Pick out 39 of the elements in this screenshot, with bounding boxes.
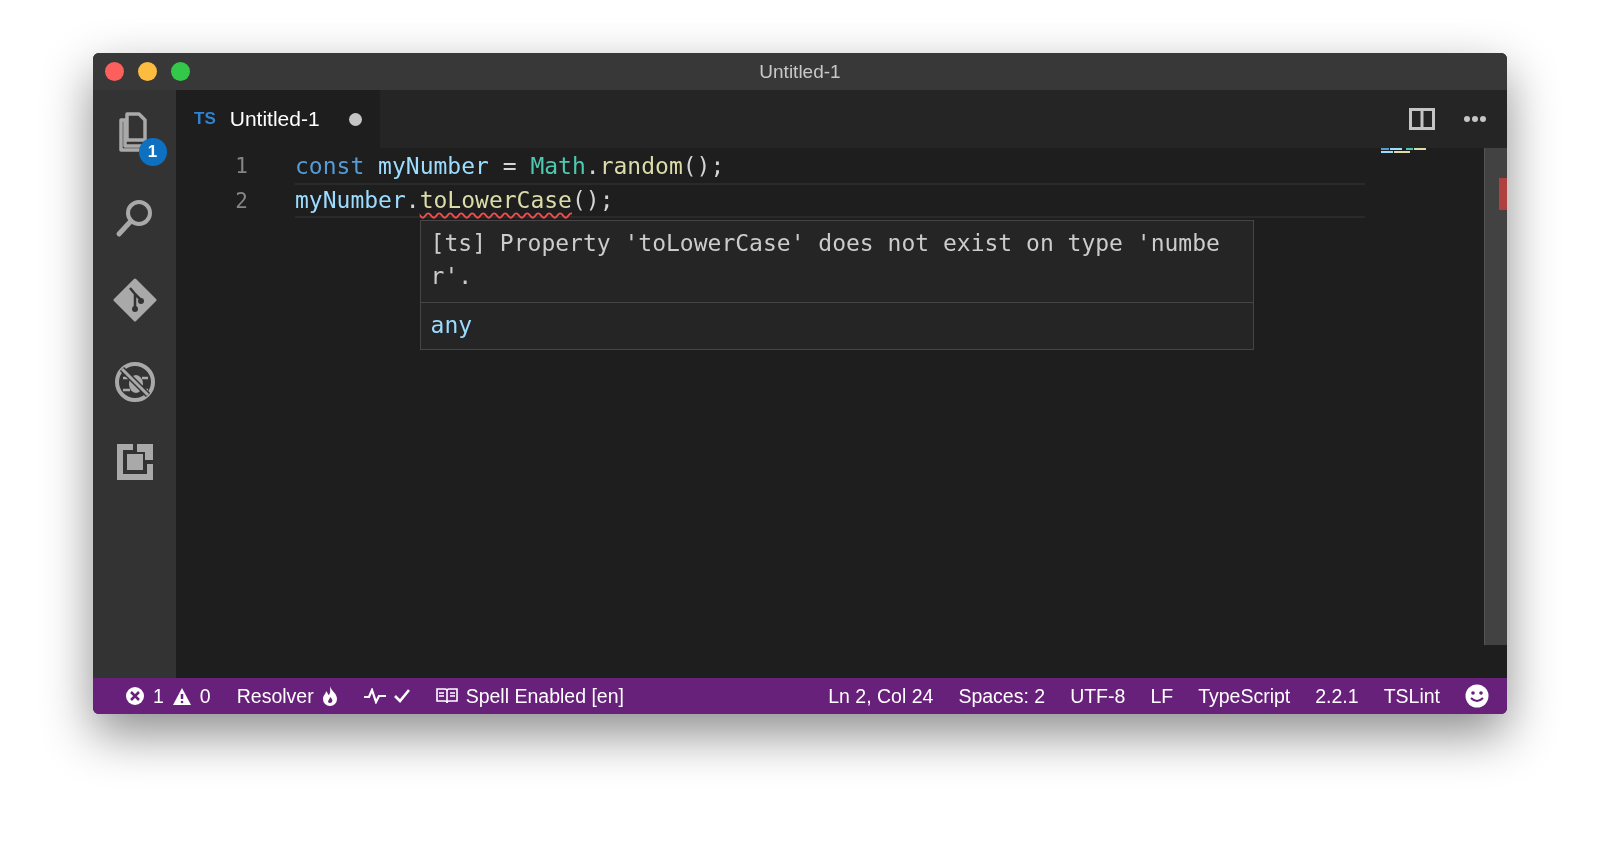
feedback-smiley-icon[interactable]: [1465, 684, 1489, 708]
status-item[interactable]: TSLint: [1383, 684, 1440, 708]
git-icon[interactable]: [112, 278, 157, 322]
status-item[interactable]: UTF-8: [1070, 684, 1126, 708]
error-marker: [1499, 178, 1507, 210]
close-button[interactable]: [105, 62, 124, 81]
error-message: [ts] Property 'toLowerCase' does not exist on type 'number'.: [429, 229, 1221, 291]
status-item[interactable]: 2.2.1: [1315, 684, 1359, 708]
code-line: const myNumber = Math.random();: [295, 152, 725, 179]
code-editor[interactable]: 1 const myNumber = Math.random(); 2 myNumber.toLowerCase(); [ts] Property 'toLowerCase' does not exist on type 'number'. any: [176, 148, 1507, 678]
status-item[interactable]: TypeScript: [1198, 684, 1291, 708]
problems-status[interactable]: 1 0: [125, 684, 211, 708]
editor-tab[interactable]: TS Untitled-1: [176, 90, 380, 148]
status-item[interactable]: Spaces: 2: [958, 684, 1046, 708]
extensions-icon[interactable]: [114, 442, 155, 482]
notification-badge: 1: [138, 138, 167, 166]
zoom-button[interactable]: [171, 62, 190, 81]
debug-icon[interactable]: [112, 360, 157, 404]
type-info: any: [420, 302, 1253, 349]
status-item[interactable]: Resolver: [236, 684, 338, 708]
split-editor-icon[interactable]: [1409, 108, 1435, 130]
error-icon: [125, 686, 145, 706]
scrollbar[interactable]: [1484, 148, 1507, 645]
status-item[interactable]: Ln 2, Col 24: [828, 684, 934, 708]
window-title: Untitled-1: [759, 60, 841, 83]
minimize-button[interactable]: [138, 62, 157, 81]
warning-icon: [171, 686, 192, 706]
pulse-icon: [363, 688, 386, 704]
book-icon: [435, 688, 458, 704]
more-actions-icon[interactable]: [1463, 115, 1487, 123]
status-item[interactable]: Spell Enabled [en]: [435, 684, 624, 708]
code-line: myNumber.toLowerCase();: [295, 187, 614, 214]
line-number: 2: [234, 188, 248, 213]
typescript-file-icon: TS: [194, 109, 216, 129]
status-item[interactable]: [363, 688, 410, 704]
flame-icon: [321, 686, 338, 706]
check-icon: [393, 689, 410, 703]
status-item[interactable]: LF: [1150, 684, 1174, 708]
line-number: 1: [234, 153, 248, 178]
